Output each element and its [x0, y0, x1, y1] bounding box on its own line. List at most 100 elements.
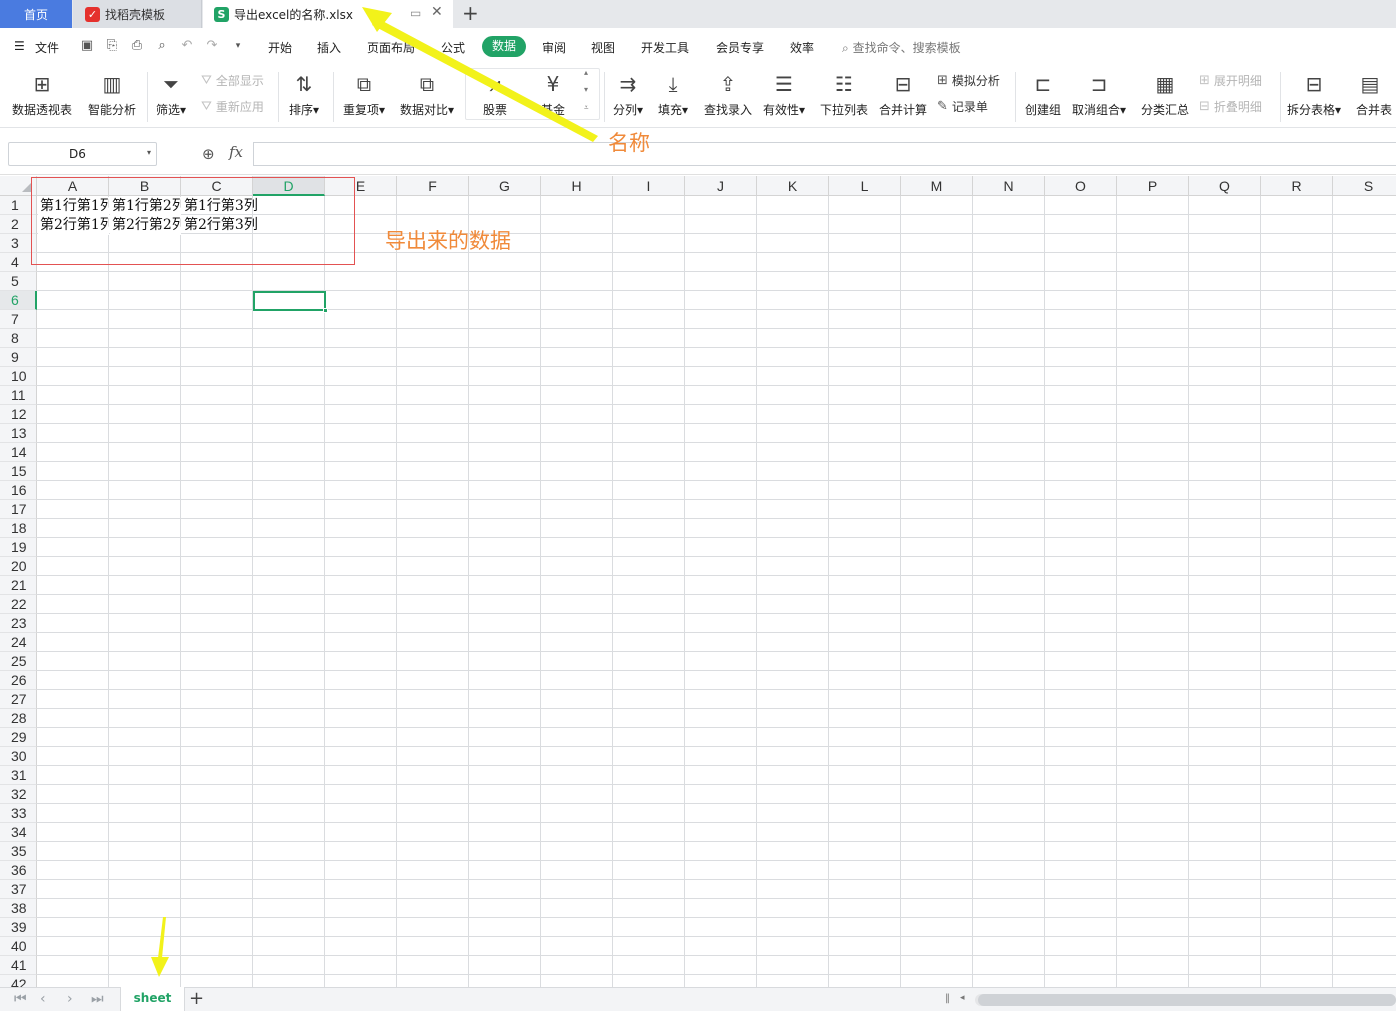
- what-if-analysis-button[interactable]: ⊞ 模拟分析: [937, 72, 1000, 89]
- row-header-15[interactable]: 15: [0, 462, 37, 481]
- next-sheet-icon[interactable]: ›: [67, 991, 73, 1007]
- menu-view[interactable]: 视图: [591, 39, 615, 56]
- column-header-l[interactable]: L: [829, 176, 901, 196]
- tab-active-workbook[interactable]: S 导出excel的名称.xlsx ▭ ✕: [203, 0, 453, 28]
- customize-toolbar-icon[interactable]: ▾: [230, 38, 246, 54]
- last-sheet-icon[interactable]: ⏭: [91, 991, 104, 1007]
- split-handle-icon[interactable]: ‖: [945, 993, 950, 1004]
- horizontal-scrollbar-thumb[interactable]: [978, 994, 1396, 1006]
- row-header-14[interactable]: 14: [0, 443, 37, 462]
- command-search[interactable]: ⌕ 查找命令、搜索模板: [842, 39, 961, 56]
- row-header-26[interactable]: 26: [0, 671, 37, 690]
- filter-button[interactable]: ⏷ 筛选▾: [156, 66, 186, 118]
- stock-button[interactable]: ⩘ 股票: [481, 66, 509, 118]
- subtotal-button[interactable]: ▦ 分类汇总: [1141, 66, 1189, 118]
- row-header-20[interactable]: 20: [0, 557, 37, 576]
- save-icon[interactable]: ▣: [79, 38, 95, 54]
- row-header-6[interactable]: 6: [0, 291, 37, 310]
- scroll-left-icon[interactable]: ◂: [960, 993, 965, 1003]
- cell-area[interactable]: 第1行第1列 第1行第2列 第1行第3列 第2行第1列 第2行第2列 第2行第3…: [37, 196, 1396, 987]
- name-box[interactable]: D6: [8, 142, 157, 166]
- menu-page-layout[interactable]: 页面布局: [367, 39, 415, 56]
- column-header-f[interactable]: F: [397, 176, 469, 196]
- column-header-j[interactable]: J: [685, 176, 757, 196]
- reapply-button[interactable]: ⛛ 重新应用: [201, 98, 264, 115]
- row-header-21[interactable]: 21: [0, 576, 37, 595]
- row-header-24[interactable]: 24: [0, 633, 37, 652]
- row-header-16[interactable]: 16: [0, 481, 37, 500]
- menu-efficiency[interactable]: 效率: [790, 39, 814, 56]
- record-form-button[interactable]: ✎ 记录单: [937, 98, 988, 115]
- print-preview-icon[interactable]: ⌕: [154, 38, 170, 54]
- column-header-n[interactable]: N: [973, 176, 1045, 196]
- row-header-34[interactable]: 34: [0, 823, 37, 842]
- tab-home[interactable]: 首页: [0, 0, 72, 28]
- column-header-k[interactable]: K: [757, 176, 829, 196]
- row-header-12[interactable]: 12: [0, 405, 37, 424]
- row-header-32[interactable]: 32: [0, 785, 37, 804]
- menu-formula[interactable]: 公式: [441, 39, 465, 56]
- tab-daoke-templates[interactable]: ✓ 找稻壳模板: [73, 0, 202, 28]
- row-header-25[interactable]: 25: [0, 652, 37, 671]
- duplicates-button[interactable]: ⧉ 重复项▾: [343, 66, 385, 118]
- row-header-9[interactable]: 9: [0, 348, 37, 367]
- row-header-37[interactable]: 37: [0, 880, 37, 899]
- validity-button[interactable]: ☰ 有效性▾: [763, 66, 805, 118]
- row-header-5[interactable]: 5: [0, 272, 37, 291]
- sort-button[interactable]: ⇅ 排序▾: [289, 66, 319, 118]
- collapse-detail-button[interactable]: ⊟ 折叠明细: [1199, 98, 1262, 115]
- add-sheet-button[interactable]: +: [189, 989, 204, 1009]
- scroll-up-icon[interactable]: ▴: [584, 68, 588, 77]
- ungroup-button[interactable]: ⊐ 取消组合▾: [1072, 66, 1126, 118]
- row-header-38[interactable]: 38: [0, 899, 37, 918]
- close-icon[interactable]: ✕: [431, 4, 443, 20]
- row-header-22[interactable]: 22: [0, 595, 37, 614]
- export-pdf-icon[interactable]: ⎘: [104, 38, 120, 54]
- first-sheet-icon[interactable]: ⏮: [14, 991, 27, 1007]
- pin-icon[interactable]: ▭: [410, 6, 421, 20]
- row-header-27[interactable]: 27: [0, 690, 37, 709]
- fill-handle[interactable]: [323, 308, 328, 313]
- row-header-19[interactable]: 19: [0, 538, 37, 557]
- sheet-tab[interactable]: sheet: [120, 987, 185, 1011]
- row-header-33[interactable]: 33: [0, 804, 37, 823]
- split-table-button[interactable]: ⊟ 拆分表格▾: [1287, 66, 1341, 118]
- row-header-11[interactable]: 11: [0, 386, 37, 405]
- column-header-m[interactable]: M: [901, 176, 973, 196]
- smart-analysis-button[interactable]: ▥ 智能分析: [88, 66, 136, 118]
- row-header-10[interactable]: 10: [0, 367, 37, 386]
- row-header-8[interactable]: 8: [0, 329, 37, 348]
- row-header-35[interactable]: 35: [0, 842, 37, 861]
- row-header-40[interactable]: 40: [0, 937, 37, 956]
- active-cell-D6[interactable]: [253, 291, 326, 311]
- row-header-39[interactable]: 39: [0, 918, 37, 937]
- menu-insert[interactable]: 插入: [317, 39, 341, 56]
- print-icon[interactable]: ⎙: [129, 38, 145, 54]
- redo-icon[interactable]: ↷: [204, 38, 220, 54]
- menu-developer[interactable]: 开发工具: [641, 39, 689, 56]
- undo-icon[interactable]: ↶: [179, 38, 195, 54]
- column-header-h[interactable]: H: [541, 176, 613, 196]
- row-header-17[interactable]: 17: [0, 500, 37, 519]
- fund-button[interactable]: ¥ 基金: [539, 66, 567, 118]
- menu-file[interactable]: 文件: [35, 39, 59, 56]
- menu-data[interactable]: 数据: [482, 36, 526, 57]
- column-header-s[interactable]: S: [1333, 176, 1396, 196]
- data-compare-button[interactable]: ⧉ 数据对比▾: [400, 66, 454, 118]
- insert-function-icon[interactable]: fx: [229, 143, 243, 161]
- expand-gallery-icon[interactable]: ⩡: [584, 103, 589, 113]
- row-header-30[interactable]: 30: [0, 747, 37, 766]
- column-header-g[interactable]: G: [469, 176, 541, 196]
- merge-table-button[interactable]: ▤ 合并表: [1356, 66, 1392, 118]
- row-header-18[interactable]: 18: [0, 519, 37, 538]
- row-header-7[interactable]: 7: [0, 310, 37, 329]
- previous-sheet-icon[interactable]: ‹: [40, 991, 46, 1007]
- new-tab-button[interactable]: +: [462, 1, 479, 25]
- show-all-button[interactable]: ⛛ 全部显示: [201, 72, 264, 89]
- column-header-q[interactable]: Q: [1189, 176, 1261, 196]
- column-header-p[interactable]: P: [1117, 176, 1189, 196]
- pivot-table-button[interactable]: ⊞ 数据透视表: [12, 66, 72, 118]
- formula-input[interactable]: [253, 142, 1396, 166]
- row-header-31[interactable]: 31: [0, 766, 37, 785]
- row-header-29[interactable]: 29: [0, 728, 37, 747]
